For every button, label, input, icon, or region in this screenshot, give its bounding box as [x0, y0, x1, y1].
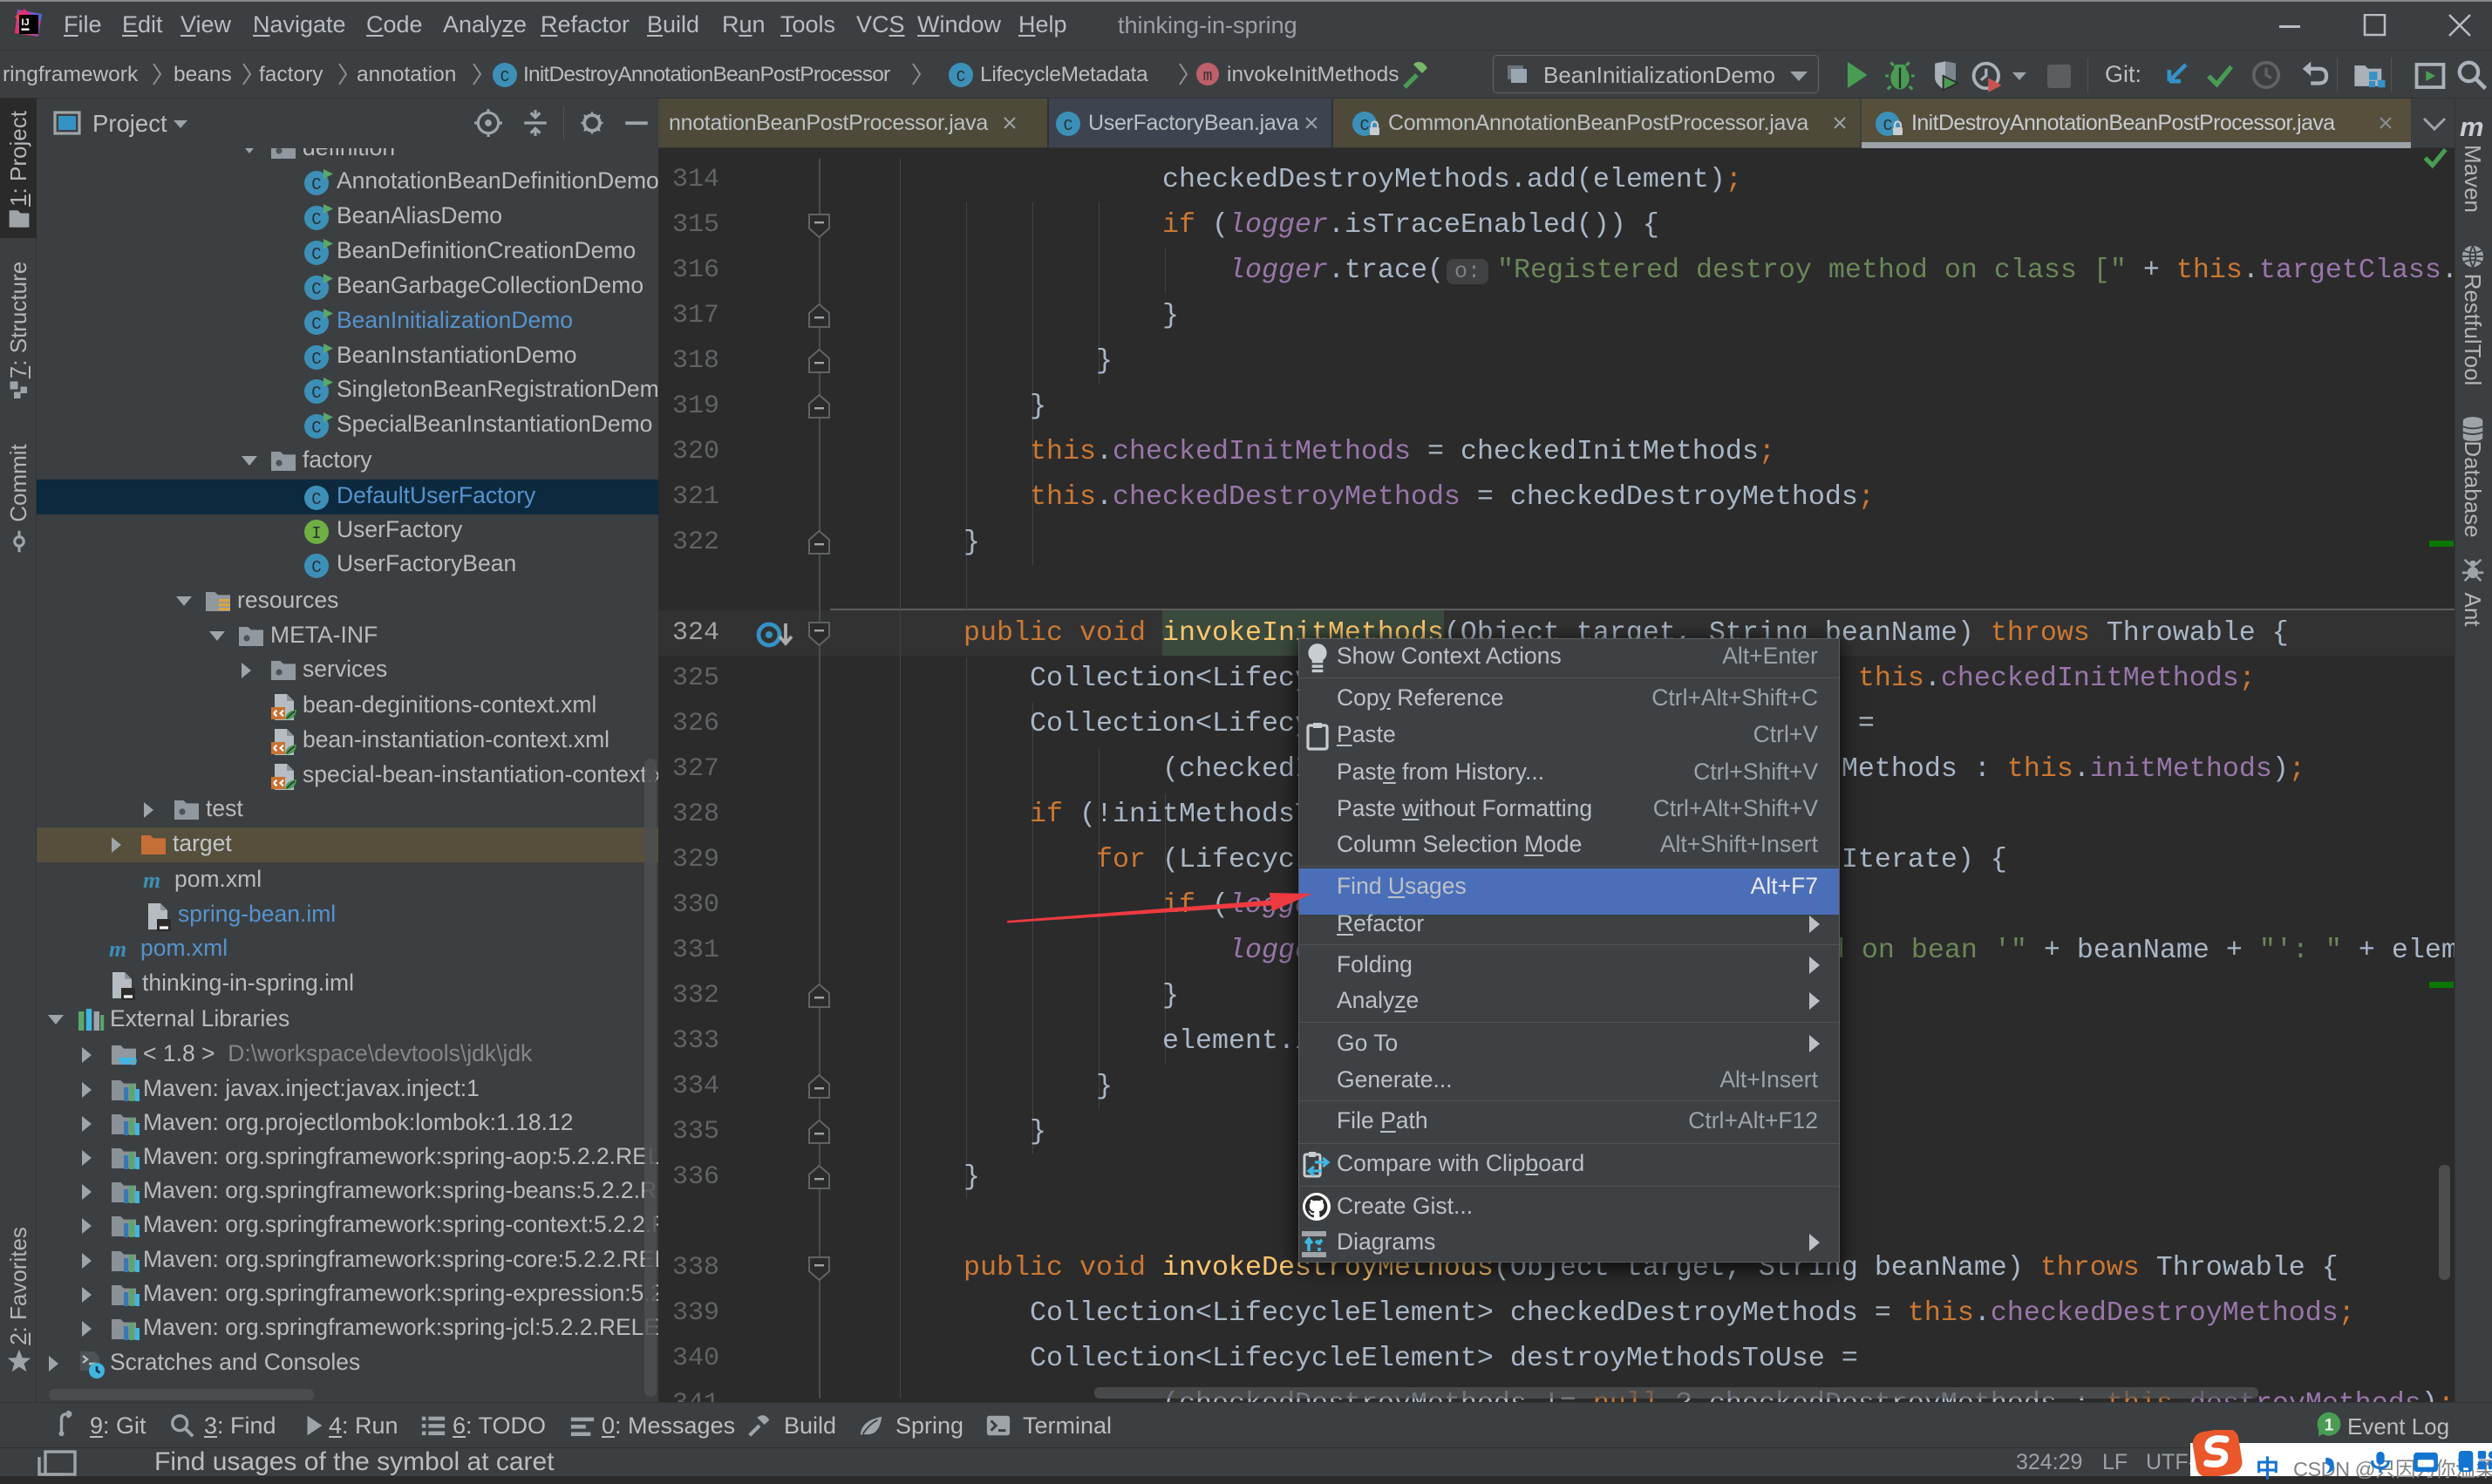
svg-text:C: C [1360, 118, 1370, 135]
svg-text:C: C [311, 350, 321, 369]
svg-text:C: C [1064, 118, 1073, 135]
svg-text:C: C [311, 315, 321, 334]
svg-text:C: C [311, 490, 321, 509]
svg-text:C: C [1883, 118, 1893, 135]
svg-text:C: C [311, 419, 321, 438]
svg-text:m: m [1203, 68, 1213, 85]
svg-text:1: 1 [2325, 1416, 2334, 1434]
svg-text:C: C [311, 245, 321, 264]
svg-text:m: m [143, 868, 160, 893]
svg-text:C: C [311, 558, 321, 577]
svg-text:C: C [311, 175, 321, 194]
svg-text:m: m [109, 936, 126, 962]
svg-text:C: C [311, 384, 321, 403]
svg-text:C: C [957, 69, 966, 86]
svg-text:C: C [500, 69, 510, 86]
svg-text:C: C [311, 210, 321, 229]
svg-text:IJ: IJ [22, 17, 30, 28]
svg-text:I: I [311, 524, 321, 543]
svg-text:C: C [311, 280, 321, 299]
